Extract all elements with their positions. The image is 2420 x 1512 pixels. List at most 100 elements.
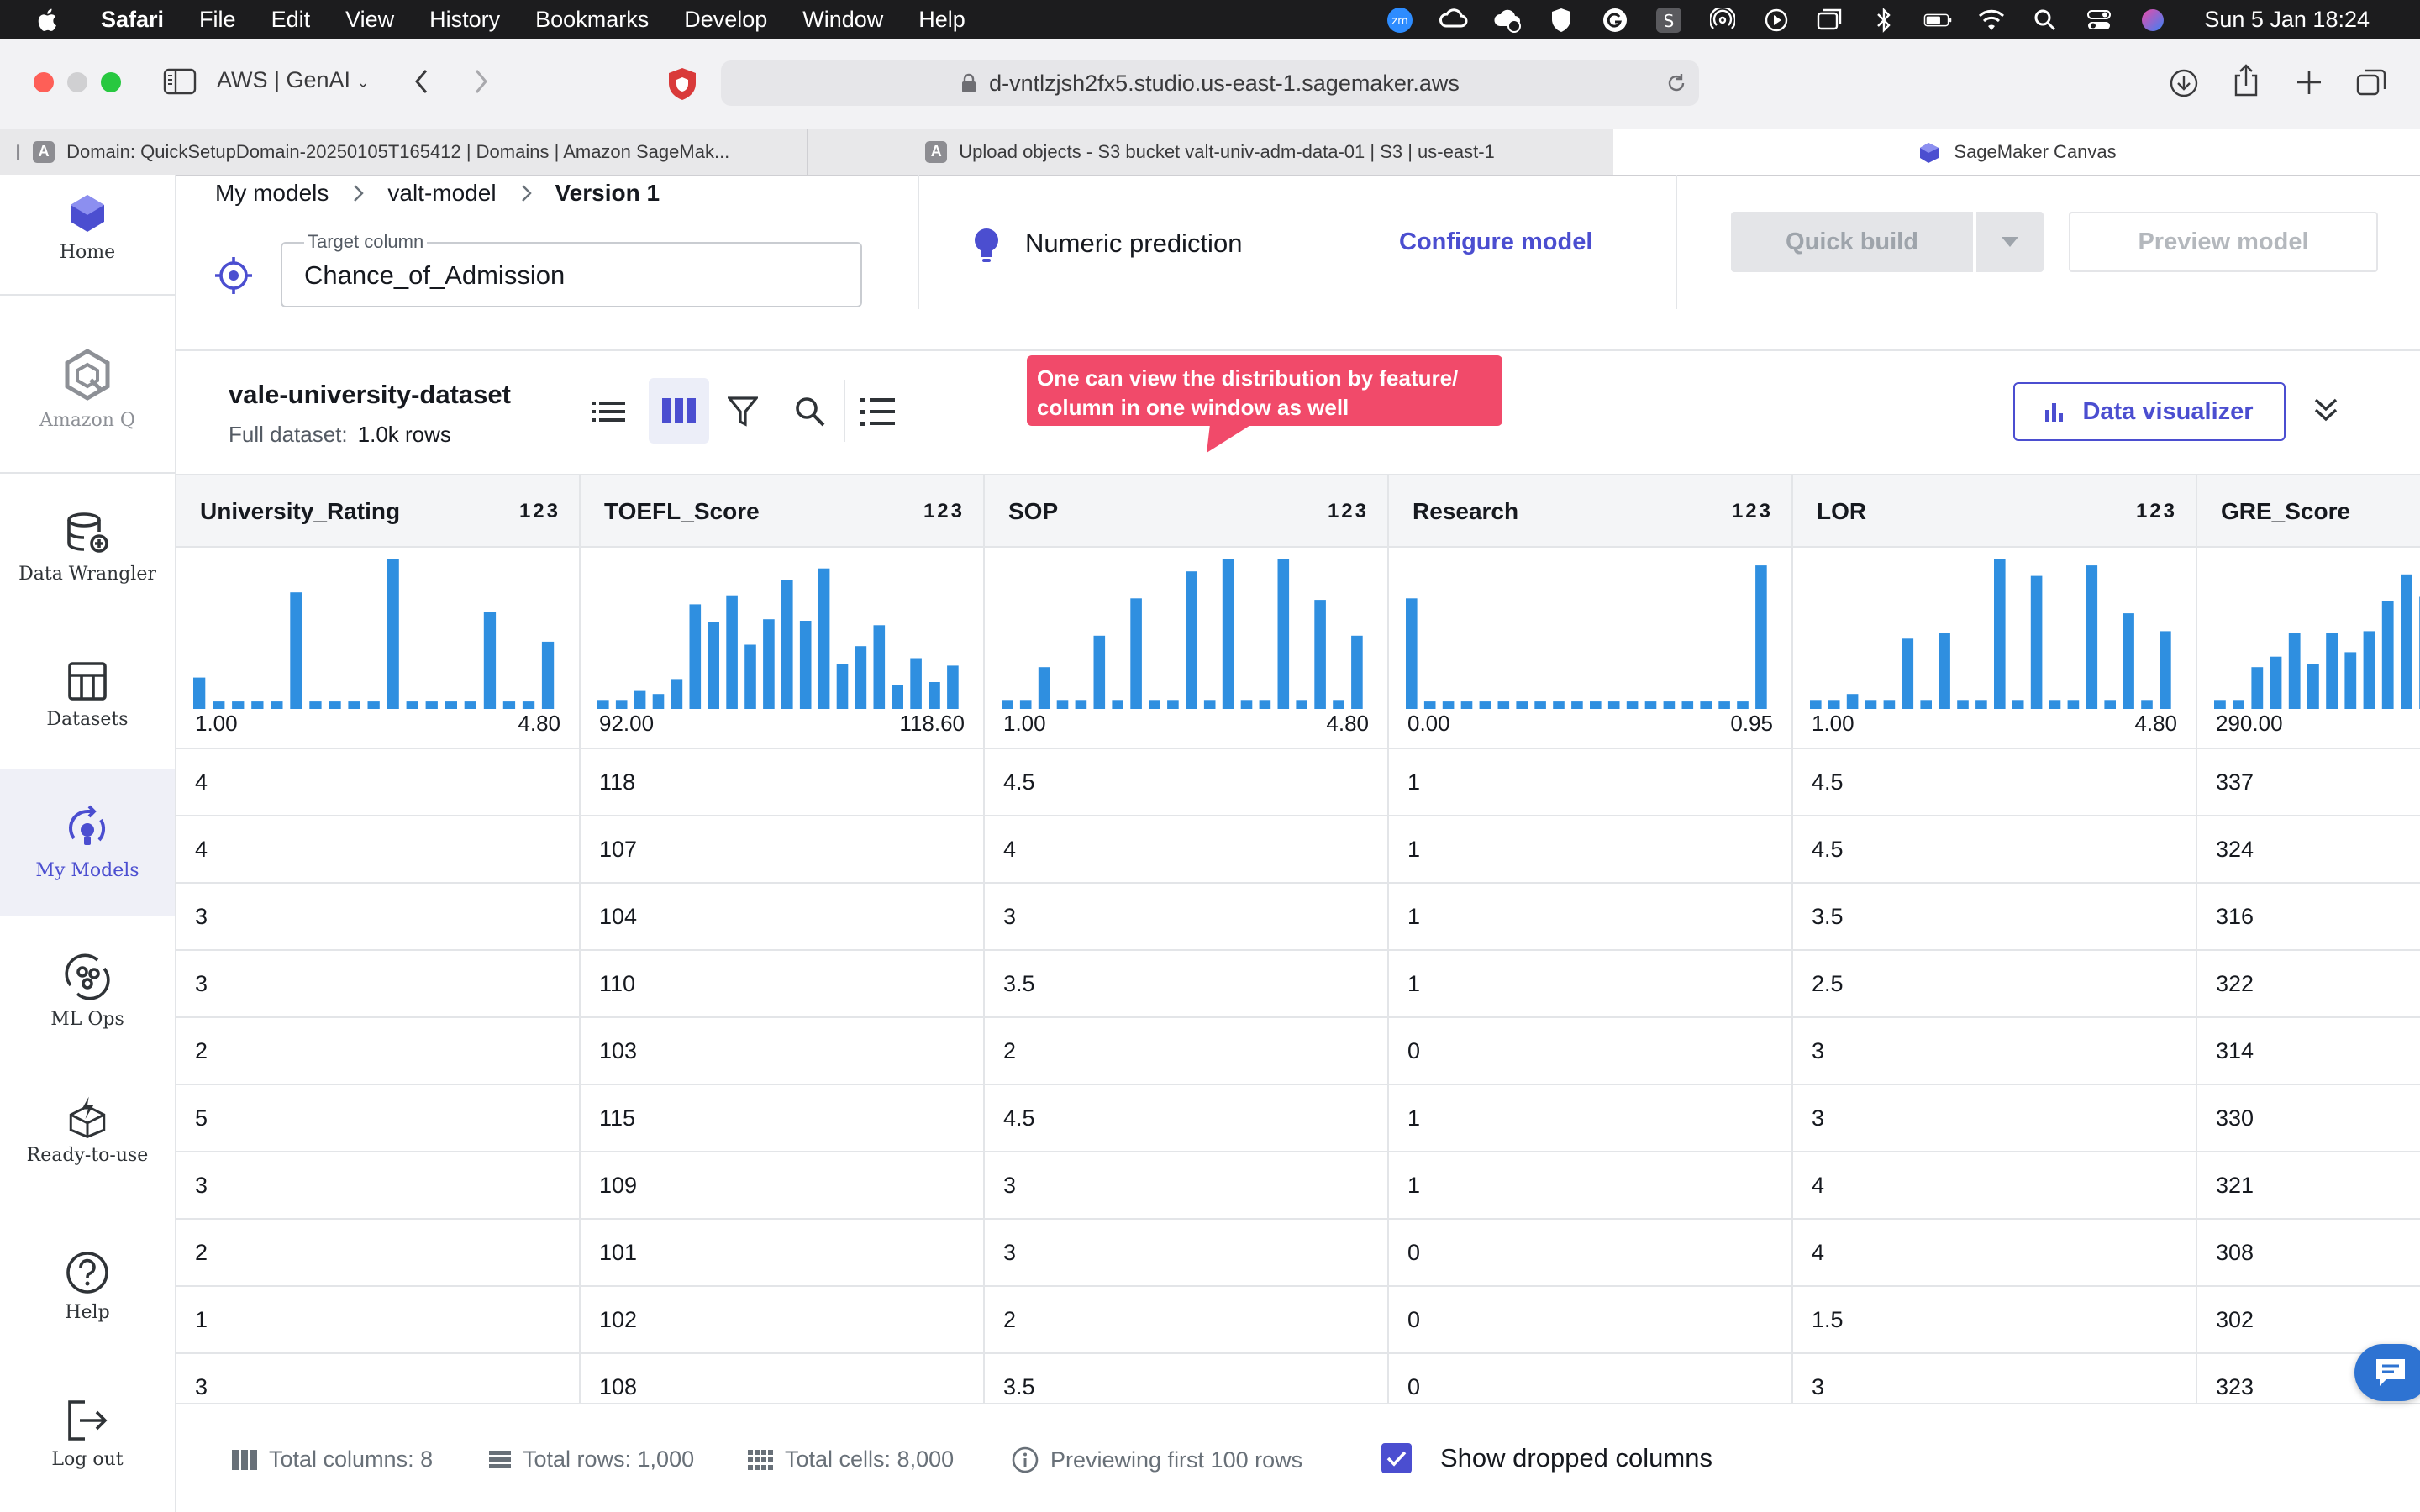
table-cell[interactable]: 337	[2197, 749, 2420, 816]
chat-help-button[interactable]	[2354, 1344, 2420, 1401]
close-window-button[interactable]	[34, 72, 54, 92]
wifi-icon[interactable]	[1977, 6, 2006, 34]
battery-icon[interactable]	[1923, 6, 1952, 34]
table-cell[interactable]: 1	[1389, 1152, 1793, 1220]
table-cell[interactable]: 1	[176, 1287, 581, 1354]
vpn-shield-icon[interactable]	[1547, 6, 1576, 34]
table-cell[interactable]: 4	[1793, 1220, 2197, 1287]
browser-tab-sagemaker-canvas[interactable]: SageMaker Canvas	[1613, 129, 2420, 175]
column-header[interactable]: Research 123	[1389, 475, 1793, 548]
column-header[interactable]: University_Rating 123	[176, 475, 581, 548]
menu-bookmarks[interactable]: Bookmarks	[535, 7, 649, 33]
tab-overview-icon[interactable]	[2356, 67, 2388, 97]
column-histogram[interactable]: 1.00 4.80	[1793, 548, 2197, 749]
column-header[interactable]: LOR 123	[1793, 475, 2197, 548]
column-header[interactable]: TOEFL_Score 123	[581, 475, 985, 548]
zoom-status-icon[interactable]: zm	[1386, 6, 1414, 34]
table-cell[interactable]: 314	[2197, 1018, 2420, 1085]
table-cell[interactable]: 4	[176, 749, 581, 816]
back-arrow-icon[interactable]	[412, 67, 432, 96]
table-cell[interactable]: 1	[1389, 1085, 1793, 1152]
bluetooth-icon[interactable]	[1870, 6, 1898, 34]
show-dropped-columns-toggle[interactable]: Show dropped columns	[1381, 1443, 1712, 1473]
menu-app-name[interactable]: Safari	[101, 7, 164, 33]
table-cell[interactable]: 2	[985, 1287, 1389, 1354]
data-visualizer-button[interactable]: Data visualizer	[2013, 382, 2286, 441]
table-cell[interactable]: 102	[581, 1287, 985, 1354]
table-cell[interactable]: 3	[985, 884, 1389, 951]
nav-datasets[interactable]: Datasets	[0, 622, 175, 768]
browser-tab-s3-upload[interactable]: A Upload objects - S3 bucket valt-univ-a…	[807, 129, 1614, 175]
tab-group-selector[interactable]: AWS | GenAI ⌄	[217, 67, 370, 93]
table-cell[interactable]: 0	[1389, 1220, 1793, 1287]
nav-help[interactable]: Help	[0, 1213, 175, 1359]
table-cell[interactable]: 4	[1793, 1152, 2197, 1220]
column-histogram[interactable]: 1.00 4.80	[176, 548, 581, 749]
table-cell[interactable]: 101	[581, 1220, 985, 1287]
table-cell[interactable]: 3	[176, 1152, 581, 1220]
table-cell[interactable]: 3.5	[1793, 884, 2197, 951]
table-cell[interactable]: 3	[176, 884, 581, 951]
table-cell[interactable]: 4.5	[1793, 816, 2197, 884]
table-cell[interactable]: 330	[2197, 1085, 2420, 1152]
table-cell[interactable]: 3	[176, 951, 581, 1018]
skype-icon[interactable]: S	[1655, 6, 1683, 34]
nav-my-models[interactable]: My Models	[0, 769, 175, 916]
new-tab-icon[interactable]	[2294, 67, 2324, 97]
table-cell[interactable]: 1	[1389, 749, 1793, 816]
table-cell[interactable]: 0	[1389, 1287, 1793, 1354]
menu-history[interactable]: History	[429, 7, 500, 33]
nav-ready-to-use[interactable]: Ready-to-use	[0, 1065, 175, 1166]
table-cell[interactable]: 1	[1389, 884, 1793, 951]
table-cell[interactable]: 1	[1389, 951, 1793, 1018]
table-cell[interactable]: 3	[176, 1354, 581, 1403]
table-cell[interactable]: 0	[1389, 1354, 1793, 1403]
column-header[interactable]: GRE_Score123	[2197, 475, 2420, 548]
quick-build-button[interactable]: Quick build	[1731, 212, 1973, 272]
preview-model-button[interactable]: Preview model	[2069, 212, 2378, 272]
double-chevron-down-icon[interactable]	[2311, 395, 2341, 425]
table-cell[interactable]: 322	[2197, 951, 2420, 1018]
cloud-sync-icon[interactable]	[1493, 6, 1522, 34]
show-dropped-checkbox[interactable]	[1381, 1443, 1412, 1473]
menu-file[interactable]: File	[199, 7, 236, 33]
table-cell[interactable]: 104	[581, 884, 985, 951]
nav-data-wrangler[interactable]: Data Wrangler	[0, 474, 175, 620]
table-cell[interactable]: 1	[1389, 816, 1793, 884]
menu-view[interactable]: View	[345, 7, 394, 33]
minimize-window-button[interactable]	[67, 72, 87, 92]
address-bar[interactable]: d-vntlzjsh2fx5.studio.us-east-1.sagemake…	[721, 60, 1699, 106]
spotlight-search-icon[interactable]	[2031, 6, 2060, 34]
column-histogram[interactable]: 0.00 0.95	[1389, 548, 1793, 749]
table-cell[interactable]: 2.5	[1793, 951, 2197, 1018]
table-cell[interactable]: 3	[985, 1152, 1389, 1220]
nav-amazon-q[interactable]: Amazon Q	[0, 316, 175, 462]
sidebar-toggle-icon[interactable]	[163, 67, 197, 96]
table-cell[interactable]: 4	[176, 816, 581, 884]
privacy-shield-icon[interactable]	[664, 66, 701, 102]
table-cell[interactable]: 321	[2197, 1152, 2420, 1220]
table-cell[interactable]: 4.5	[1793, 749, 2197, 816]
table-cell[interactable]: 110	[581, 951, 985, 1018]
table-cell[interactable]: 115	[581, 1085, 985, 1152]
nav-log-out[interactable]: Log out	[0, 1361, 175, 1507]
table-cell[interactable]: 4.5	[985, 1085, 1389, 1152]
column-header[interactable]: SOP 123	[985, 475, 1389, 548]
share-icon[interactable]	[2232, 64, 2260, 97]
table-cell[interactable]: 4	[985, 816, 1389, 884]
menu-clock[interactable]: Sun 5 Jan 18:24	[2204, 7, 2370, 33]
table-cell[interactable]: 316	[2197, 884, 2420, 951]
table-cell[interactable]: 107	[581, 816, 985, 884]
menu-window[interactable]: Window	[802, 7, 883, 33]
table-cell[interactable]: 3	[1793, 1018, 2197, 1085]
grid-view-button[interactable]	[649, 378, 709, 444]
airdrop-icon[interactable]	[1708, 6, 1737, 34]
breadcrumb-model[interactable]: valt-model	[387, 180, 496, 207]
table-cell[interactable]: 2	[176, 1220, 581, 1287]
nav-ml-ops[interactable]: ML Ops	[0, 917, 175, 1063]
table-cell[interactable]: 5	[176, 1085, 581, 1152]
list-view-button[interactable]	[583, 386, 634, 437]
table-cell[interactable]: 3	[1793, 1354, 2197, 1403]
zoom-window-button[interactable]	[101, 72, 121, 92]
filter-button[interactable]	[718, 386, 768, 437]
